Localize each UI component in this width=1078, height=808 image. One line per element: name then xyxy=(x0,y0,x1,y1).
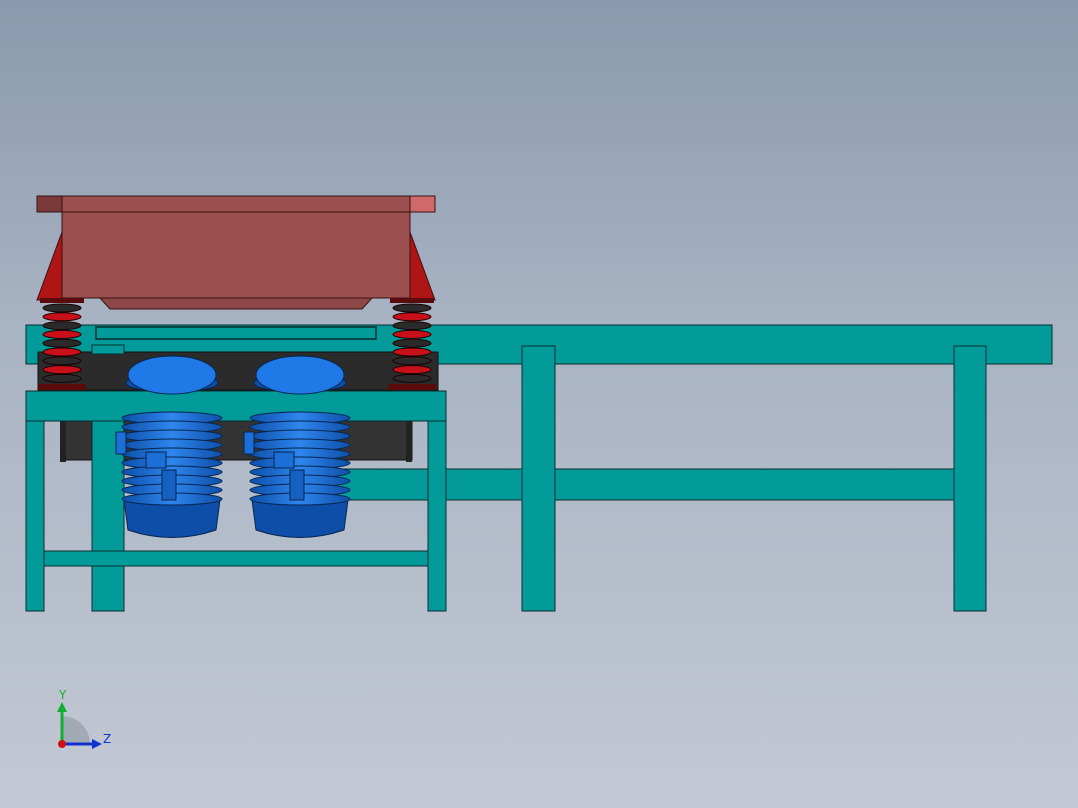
long-frame-leg-2 xyxy=(953,345,987,612)
z-axis-label: Z xyxy=(103,732,112,746)
vibration-table xyxy=(36,195,436,310)
spring-left xyxy=(38,298,86,390)
x-axis-dot xyxy=(58,740,66,748)
short-frame-cross-beam xyxy=(43,550,429,567)
y-axis-label: Y xyxy=(59,688,67,702)
long-frame-leg-1 xyxy=(521,345,556,612)
short-frame-leg-left xyxy=(25,420,45,612)
spring-right xyxy=(388,298,436,390)
short-frame-leg-right xyxy=(427,420,447,612)
vibration-motor-left xyxy=(115,355,223,538)
3d-viewport[interactable]: Y Z xyxy=(0,0,1078,808)
cad-model-scene[interactable] xyxy=(0,0,1078,808)
coordinate-triad xyxy=(57,702,102,749)
vibration-motor-right xyxy=(243,355,351,538)
short-frame-top xyxy=(25,390,447,422)
